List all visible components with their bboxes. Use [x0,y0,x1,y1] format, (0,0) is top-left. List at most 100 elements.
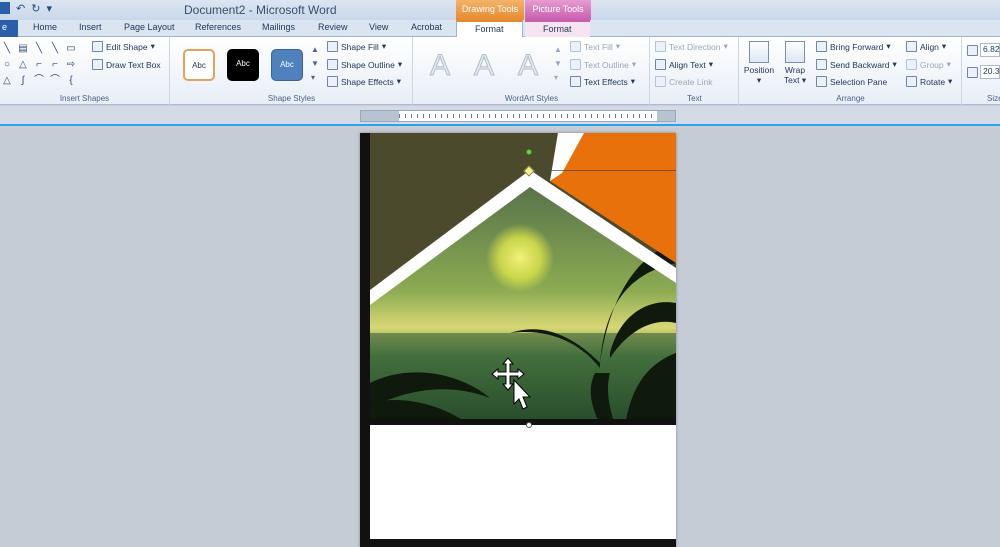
shape-effects-button[interactable]: Shape Effects ▾ [327,76,401,87]
quick-access-toolbar: ↶ ↻ ▾ [0,2,52,15]
rotation-handle[interactable] [526,149,532,155]
ribbon-tabs: e Home Insert Page Layout References Mai… [0,20,1000,38]
drawing-tools-context-label: Drawing Tools [456,0,524,20]
tab-review[interactable]: Review [318,22,348,32]
save-icon[interactable] [0,2,10,14]
wordart-style-3[interactable]: A [512,49,544,83]
shape-style-swatch-blue[interactable]: Abc [271,49,303,81]
text-direction-button[interactable]: Text Direction ▾ [655,41,728,52]
tab-format-picture[interactable]: Format [525,20,590,37]
pencil-icon [327,59,338,70]
curve-shape-icon[interactable]: ∫ [16,75,30,89]
undo-icon[interactable]: ↶ [16,2,25,15]
horizontal-ruler[interactable] [360,110,676,122]
shape-style-swatch-black[interactable]: Abc [227,49,259,81]
group-label: Insert Shapes [59,94,110,103]
picture-bottom-edge [370,419,676,425]
wrap-text-button[interactable]: Wrap Text ▾ [778,41,812,86]
shape-style-swatch-outline[interactable]: Abc [183,49,215,81]
send-backward-button[interactable]: Send Backward ▾ [816,59,897,70]
shapes-gallery[interactable]: ╲ ▤ ╲ ╲ ▭ ○ △ ⌐ ⌐ ⇨ △ ∫ ⌒ ⌒ { [0,43,78,89]
brace-shape-icon[interactable]: { [64,75,78,89]
redo-icon[interactable]: ↻ [31,2,40,15]
shape-height-icon [967,45,978,56]
gallery-scroll-icon[interactable]: ▲ ▼ ▾ [311,43,319,85]
tab-mailings[interactable]: Mailings [262,22,295,32]
window-title: Document2 - Microsoft Word [184,3,337,17]
sun-glow [486,224,554,292]
group-icon [906,59,917,70]
align-button[interactable]: Align ▾ [906,41,946,52]
shape-outline-button[interactable]: Shape Outline ▾ [327,59,402,70]
rotate-button[interactable]: Rotate ▾ [906,76,952,87]
tab-acrobat[interactable]: Acrobat [411,22,442,32]
oval-shape-icon[interactable]: ○ [0,59,14,73]
wordart-style-2[interactable]: A [468,49,500,83]
tab-file[interactable]: e [0,20,18,37]
triangle-shape-icon[interactable]: △ [16,59,30,73]
group-insert-shapes: ╲ ▤ ╲ ╲ ▭ ○ △ ⌐ ⌐ ⇨ △ ∫ ⌒ ⌒ { Edit Shape… [0,37,170,105]
resize-handle-bottom[interactable] [526,422,532,428]
page-left-black-strip [360,133,370,547]
selection-pane-button[interactable]: Selection Pane [816,76,887,87]
align-text-icon [655,59,666,70]
paint-bucket-icon [327,41,338,52]
shape-effects-icon [327,76,338,87]
group-button[interactable]: Group ▾ [906,59,951,70]
group-text: Text Direction ▾ Align Text ▾ Create Link … [651,37,739,105]
elbow-connector-2-icon[interactable]: ⌐ [48,59,62,73]
ruler-ticks [399,114,657,118]
triangle-2-shape-icon[interactable]: △ [0,75,14,89]
shape-height-input[interactable]: 6.82 [980,43,1000,57]
shape-fill-button[interactable]: Shape Fill ▾ [327,41,386,52]
rotate-icon [906,76,917,87]
edit-shape-button[interactable]: Edit Shape ▾ [92,41,155,52]
tab-view[interactable]: View [369,22,388,32]
selection-pane-icon [816,76,827,87]
tab-home[interactable]: Home [33,22,57,32]
text-box-icon [92,59,103,70]
move-cursor-icon [491,357,532,410]
line-shape-icon[interactable]: ╲ [0,43,14,57]
title-bar: ↶ ↻ ▾ Document2 - Microsoft Word Drawing… [0,0,1000,20]
text-outline-icon [570,59,581,70]
elbow-connector-icon[interactable]: ⌐ [32,59,46,73]
tab-insert[interactable]: Insert [79,22,102,32]
diagonal-line-2-icon[interactable]: ╲ [48,43,62,57]
customize-qat-icon[interactable]: ▾ [46,2,52,15]
document-page[interactable] [360,133,676,547]
position-button[interactable]: Position ▾ [742,41,776,86]
arc-shape-icon[interactable]: ⌒ [32,75,46,89]
text-effects-button[interactable]: Text Effects ▾ [570,76,635,87]
arc-2-shape-icon[interactable]: ⌒ [48,75,62,89]
wordart-scroll-icon[interactable]: ▲ ▼ ▾ [554,43,562,85]
group-label: Size [987,94,1000,103]
textbox-shape-icon[interactable]: ▤ [16,43,30,57]
text-fill-button[interactable]: Text Fill ▾ [570,41,620,52]
tab-format-drawing[interactable]: Format [456,20,523,38]
document-area[interactable] [0,128,1000,547]
text-fill-icon [570,41,581,52]
shape-width-input[interactable]: 20.3 [980,65,1000,79]
tab-page-layout[interactable]: Page Layout [124,22,175,32]
diagonal-line-icon[interactable]: ╲ [32,43,46,57]
group-label: Arrange [836,94,865,103]
text-outline-button[interactable]: Text Outline ▾ [570,59,636,70]
rectangle-shape-icon[interactable]: ▭ [64,43,78,57]
group-arrange: Position ▾ Wrap Text ▾ Bring Forward ▾ Sen… [740,37,962,105]
bring-forward-button[interactable]: Bring Forward ▾ [816,41,891,52]
group-wordart-styles: A A A ▲ ▼ ▾ Text Fill ▾ Text Outline ▾ Text … [414,37,650,105]
link-icon [655,76,666,87]
text-effects-icon [570,76,581,87]
wordart-style-1[interactable]: A [424,49,456,83]
tab-references[interactable]: References [195,22,241,32]
align-icon [906,41,917,52]
align-text-button[interactable]: Align Text ▾ [655,59,713,70]
create-link-button[interactable]: Create Link [655,76,712,87]
ribbon: ╲ ▤ ╲ ╲ ▭ ○ △ ⌐ ⌐ ⇨ △ ∫ ⌒ ⌒ { Edit Shape… [0,37,1000,105]
draw-text-box-button[interactable]: Draw Text Box [92,59,161,70]
wrap-text-icon [785,41,805,63]
shape-width-icon [967,67,978,78]
picture-tools-context-label: Picture Tools [525,0,591,20]
right-arrow-shape-icon[interactable]: ⇨ [64,59,78,73]
